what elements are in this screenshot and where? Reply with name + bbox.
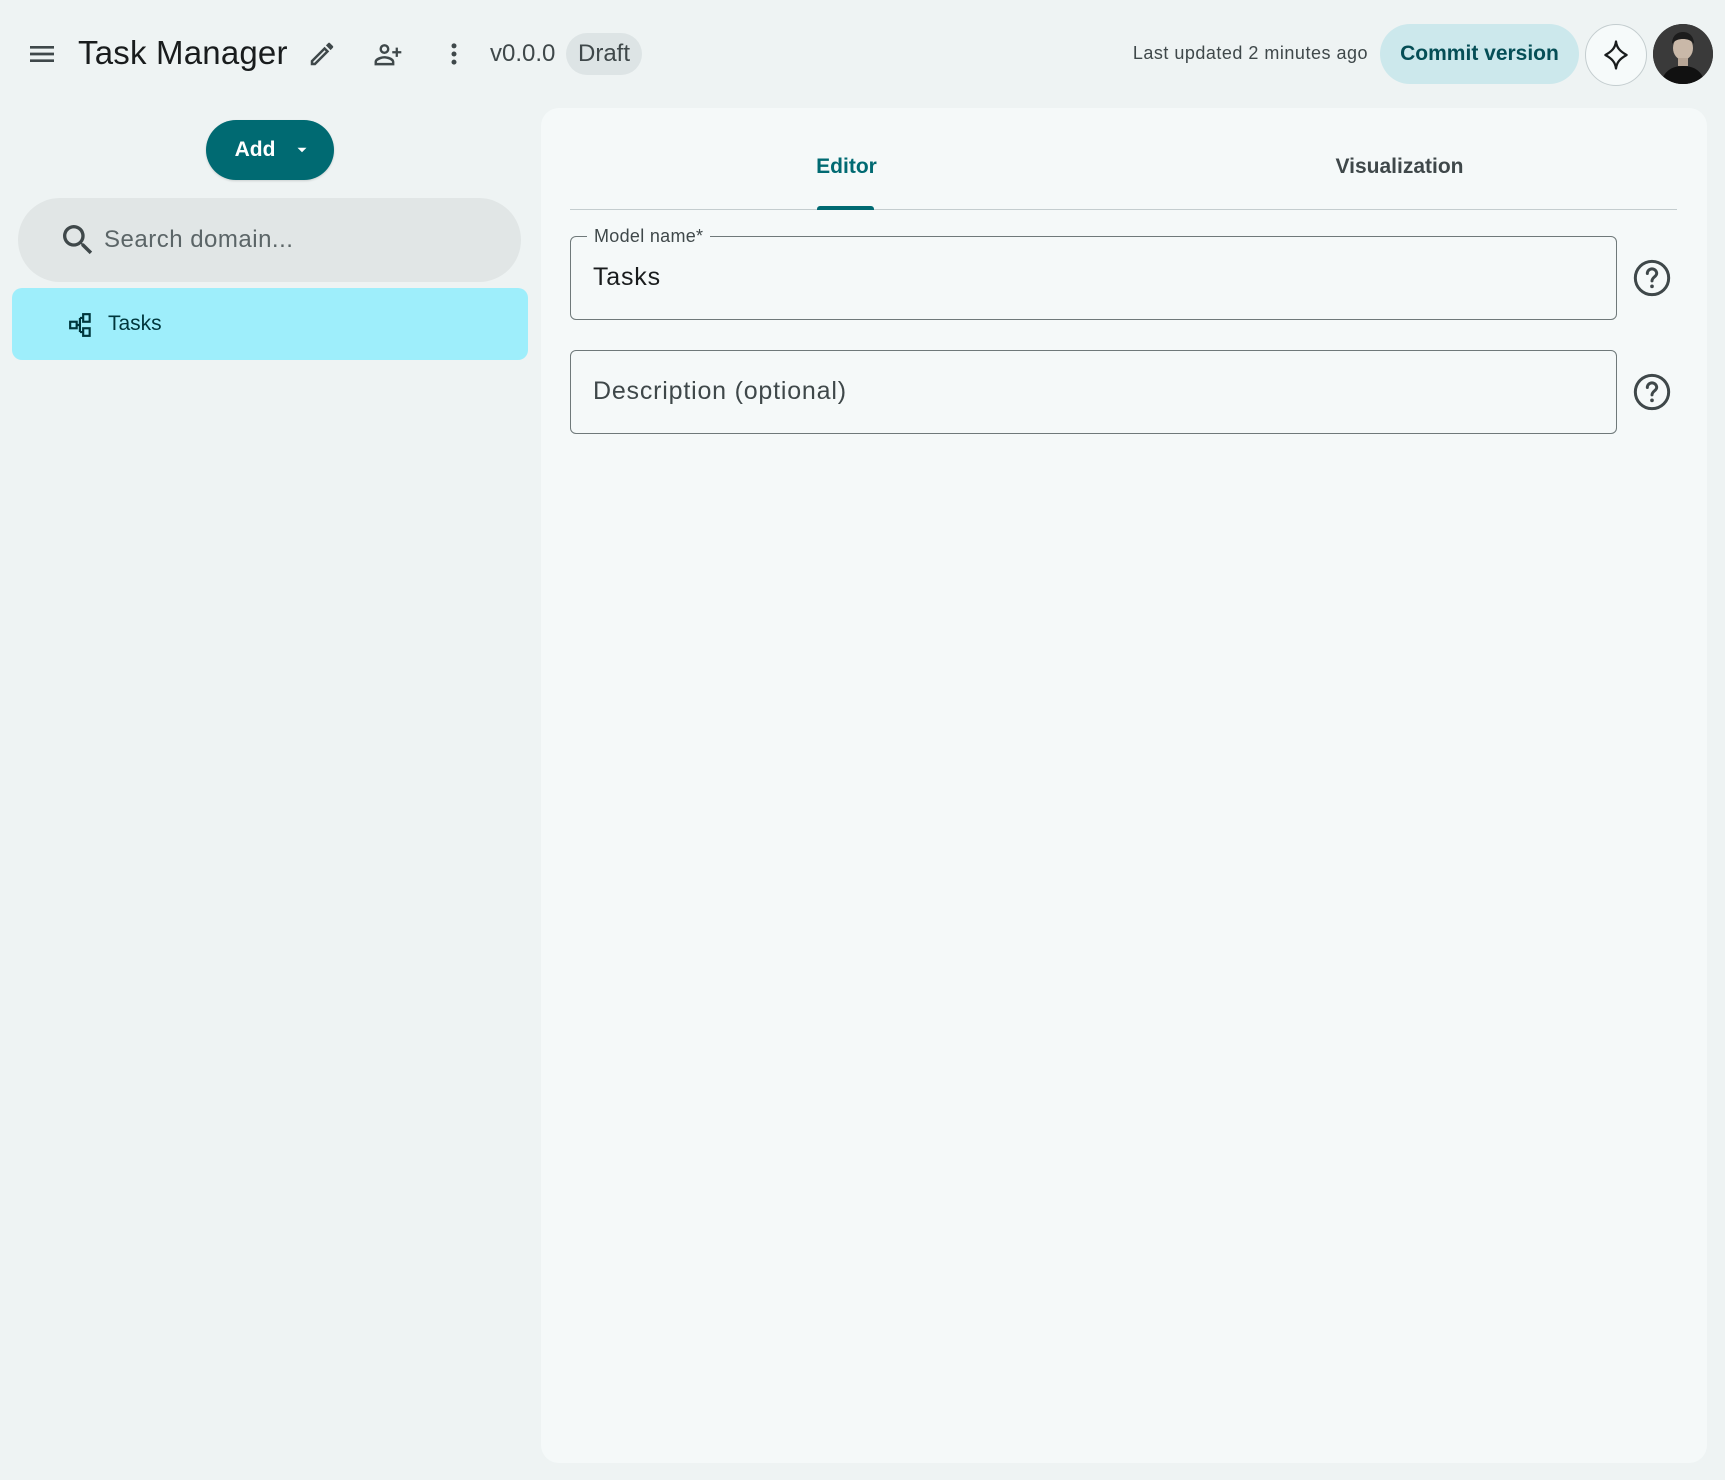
editor-panel: Editor Visualization Model name* xyxy=(541,108,1707,1463)
add-collaborator-button[interactable] xyxy=(364,30,412,78)
app-root: Task Manager v0.0.0 Draft Last updated 2… xyxy=(0,0,1725,1480)
commit-version-button[interactable]: Commit version xyxy=(1380,24,1579,84)
sparkle-icon xyxy=(1604,40,1628,70)
model-icon xyxy=(69,313,91,337)
person-add-icon xyxy=(374,44,402,66)
status-badge: Draft xyxy=(566,33,643,75)
model-name-input[interactable] xyxy=(593,237,1593,318)
active-tab-indicator xyxy=(817,206,874,210)
sidebar-item-tasks[interactable]: Tasks xyxy=(12,288,528,360)
help-icon[interactable] xyxy=(1632,258,1672,298)
tab-visualization[interactable]: Visualization xyxy=(1123,144,1676,210)
more-options-button[interactable] xyxy=(430,30,478,78)
sidebar-item-label: Tasks xyxy=(108,312,162,335)
description-field xyxy=(570,350,1617,434)
pencil-icon xyxy=(310,42,334,66)
avatar-image xyxy=(1653,24,1713,84)
model-name-field: Model name* xyxy=(570,224,1617,320)
top-bar: Task Manager v0.0.0 Draft Last updated 2… xyxy=(0,0,1725,106)
more-vert-icon xyxy=(451,43,457,65)
rename-button[interactable] xyxy=(298,30,346,78)
menu-icon xyxy=(30,46,54,62)
add-button-label: Add xyxy=(234,138,276,161)
user-avatar[interactable] xyxy=(1653,24,1713,84)
ai-assistant-button[interactable] xyxy=(1585,24,1647,86)
menu-button[interactable] xyxy=(18,30,66,78)
tab-editor[interactable]: Editor xyxy=(570,144,1123,210)
caret-down-icon xyxy=(297,147,307,153)
app-title: Task Manager xyxy=(78,34,288,71)
search-input[interactable] xyxy=(104,198,504,282)
tab-bar: Editor Visualization xyxy=(570,144,1677,210)
search-icon xyxy=(63,225,93,255)
version-label: v0.0.0 xyxy=(490,40,556,67)
add-button[interactable]: Add xyxy=(206,120,334,180)
description-input[interactable] xyxy=(593,351,1593,432)
last-updated-text: Last updated 2 minutes ago xyxy=(1132,43,1368,63)
help-icon[interactable] xyxy=(1632,372,1672,412)
search-box[interactable] xyxy=(18,198,521,282)
